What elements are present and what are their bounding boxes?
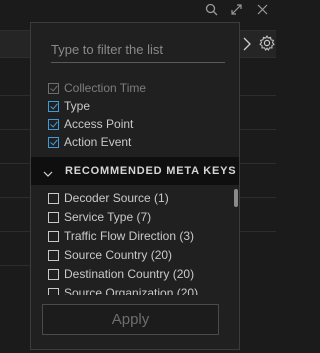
- column-item-type[interactable]: Type: [48, 97, 90, 115]
- list-item[interactable]: Source Country (20): [48, 246, 172, 264]
- column-item-label: Collection Time: [64, 81, 147, 95]
- background-divider: [0, 265, 30, 266]
- filter-input[interactable]: [51, 37, 225, 62]
- expand-icon[interactable]: [228, 1, 244, 17]
- list-item-label: Decoder Source (1): [64, 191, 169, 205]
- column-item-access-point[interactable]: Access Point: [48, 115, 133, 133]
- column-item-collection-time: Collection Time: [48, 79, 146, 97]
- gear-icon[interactable]: [258, 34, 276, 52]
- checkbox[interactable]: [48, 211, 59, 223]
- list-item-label: Destination Country (20): [64, 267, 195, 281]
- checkbox[interactable]: [48, 100, 59, 112]
- checkbox[interactable]: [48, 287, 59, 295]
- checkbox[interactable]: [48, 118, 59, 130]
- checkbox[interactable]: [48, 230, 59, 242]
- checkbox[interactable]: [48, 268, 59, 280]
- list-item-label: Source Country (20): [64, 248, 173, 262]
- checkbox[interactable]: [48, 249, 59, 261]
- apply-button[interactable]: Apply: [42, 304, 219, 335]
- checkbox[interactable]: [48, 136, 59, 148]
- background-divider: [0, 197, 30, 198]
- scrollbar-thumb[interactable]: [234, 189, 238, 207]
- checkbox[interactable]: [48, 192, 59, 204]
- chevron-right-icon[interactable]: [240, 36, 254, 52]
- section-title: RECOMMENDED META KEYS: [65, 165, 237, 177]
- window-toolbar: [0, 0, 276, 22]
- filter-field[interactable]: [51, 37, 225, 63]
- list-item[interactable]: Decoder Source (1): [48, 189, 169, 207]
- background-divider: [0, 163, 30, 164]
- chevron-down-icon: [43, 166, 53, 177]
- checkbox: [48, 82, 59, 94]
- list-item[interactable]: Destination Country (20): [48, 265, 194, 283]
- background-divider: [0, 231, 30, 232]
- list-item-label: Service Type (7): [64, 210, 152, 224]
- search-icon[interactable]: [203, 1, 219, 17]
- column-item-label: Type: [64, 99, 91, 113]
- list-item-label: Traffic Flow Direction (3): [64, 229, 195, 243]
- background-divider: [0, 129, 30, 130]
- background-divider: [0, 95, 30, 96]
- column-item-label: Access Point: [64, 117, 134, 131]
- column-item-label: Action Event: [64, 135, 132, 149]
- list-item[interactable]: Traffic Flow Direction (3): [48, 227, 194, 245]
- column-item-action-event[interactable]: Action Event: [48, 133, 131, 151]
- list-item[interactable]: Source Organization (20): [48, 284, 198, 295]
- list-item[interactable]: Service Type (7): [48, 208, 151, 226]
- column-picker-panel: Collection Time Type Access Point Action…: [30, 22, 240, 350]
- recommended-meta-keys-header[interactable]: RECOMMENDED META KEYS: [31, 157, 239, 185]
- close-icon[interactable]: [254, 1, 270, 17]
- list-item-label: Source Organization (20): [64, 286, 199, 295]
- meta-keys-list[interactable]: Decoder Source (1) Service Type (7) Traf…: [31, 187, 239, 295]
